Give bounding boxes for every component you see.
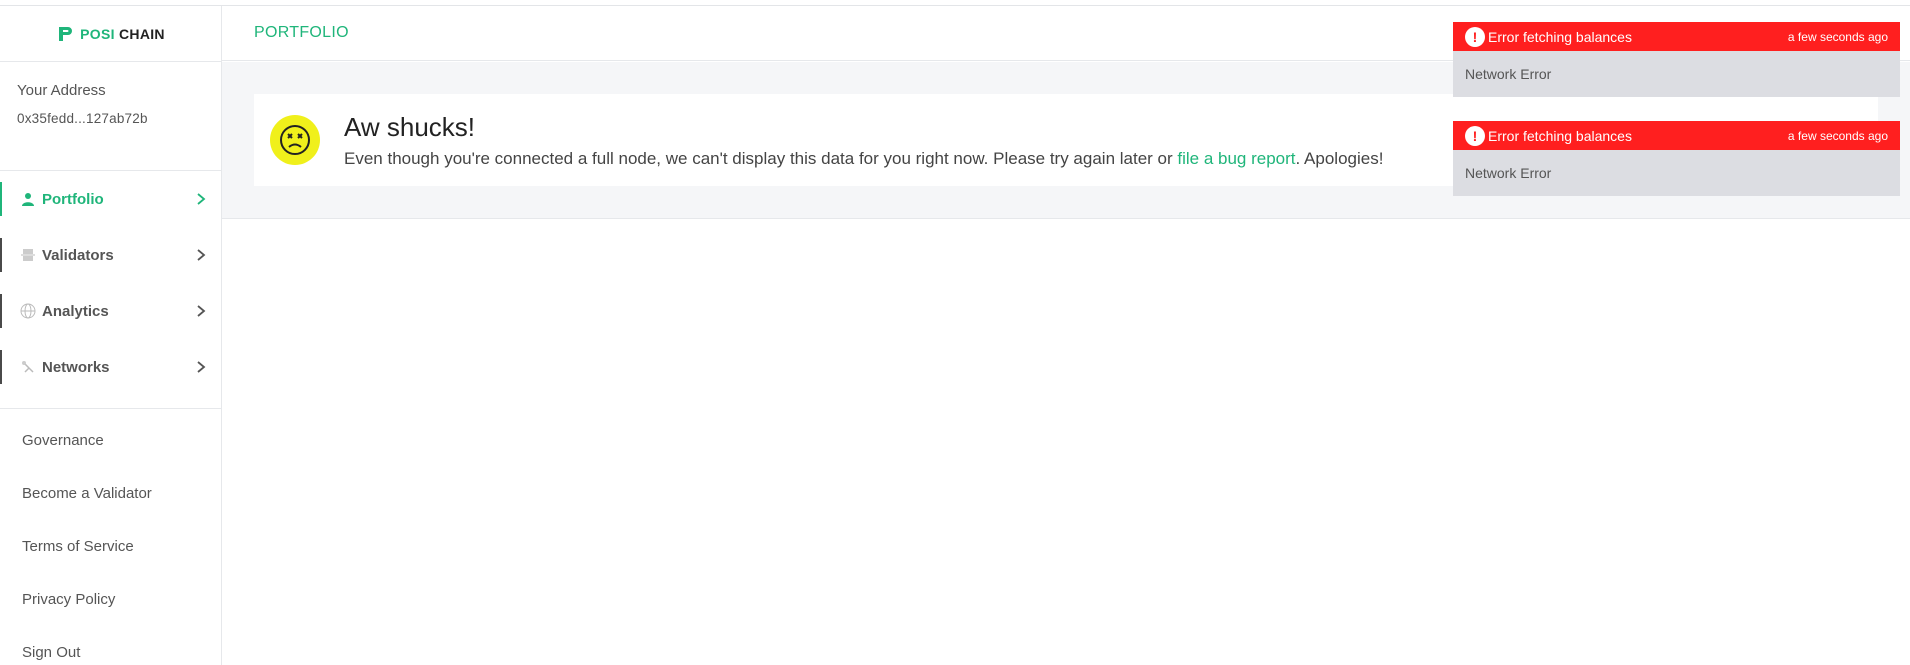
nav-item-portfolio[interactable]: Portfolio (0, 171, 221, 227)
nav-item-networks[interactable]: Networks (0, 339, 221, 395)
globe-icon (20, 303, 36, 319)
nav-label-validators: Validators (42, 246, 114, 264)
chevron-right-icon (197, 249, 206, 261)
address-label: Your Address (17, 82, 106, 99)
chevron-right-icon (197, 305, 206, 317)
brand-name-part1: POSI (80, 25, 115, 42)
bug-report-link[interactable]: file a bug report (1177, 149, 1295, 168)
secondary-links: Governance Become a Validator Terms of S… (0, 409, 221, 665)
toast-body: Network Error (1453, 150, 1900, 196)
error-toast[interactable]: ! Error fetching balances a few seconds … (1453, 121, 1900, 196)
error-message-end: . Apologies! (1295, 148, 1384, 168)
toast-header: ! Error fetching balances a few seconds … (1453, 22, 1900, 51)
toast-timestamp: a few seconds ago (1787, 29, 1888, 44)
main-nav: Portfolio Validators Analytics Networks (0, 171, 221, 409)
server-icon (21, 249, 35, 261)
posi-logo-icon (59, 26, 73, 41)
person-icon (22, 193, 34, 206)
sidebar: POSI CHAIN Your Address 0x35fedd...127ab… (0, 6, 222, 665)
nav-label-analytics: Analytics (42, 302, 109, 320)
brand-name-part2: CHAIN (119, 25, 165, 42)
address-panel: Your Address 0x35fedd...127ab72b (0, 62, 221, 171)
chevron-right-icon (197, 193, 206, 205)
error-message: Even though you're connected a full node… (344, 149, 1383, 169)
satellite-icon (22, 361, 34, 373)
brand-name: POSI CHAIN (80, 26, 165, 42)
error-message-start: Even though you're connected a full node… (344, 148, 1178, 168)
toast-header: ! Error fetching balances a few seconds … (1453, 121, 1900, 150)
nav-item-analytics[interactable]: Analytics (0, 283, 221, 339)
alert-icon: ! (1465, 125, 1485, 146)
address-value[interactable]: 0x35fedd...127ab72b (17, 111, 204, 126)
toast-title: Error fetching balances (1488, 127, 1632, 144)
toast-body: Network Error (1453, 51, 1900, 97)
link-governance[interactable]: Governance (0, 414, 221, 467)
link-terms-of-service[interactable]: Terms of Service (0, 520, 221, 573)
sad-face-icon (270, 115, 320, 165)
chevron-right-icon (197, 361, 206, 373)
nav-item-validators[interactable]: Validators (0, 227, 221, 283)
error-text: Aw shucks! Even though you're connected … (344, 112, 1383, 169)
nav-label-portfolio: Portfolio (42, 190, 104, 208)
link-become-validator[interactable]: Become a Validator (0, 467, 221, 520)
page-title: PORTFOLIO (254, 24, 349, 41)
link-sign-out[interactable]: Sign Out (0, 626, 221, 665)
main-content: PORTFOLIO Aw shucks! Even though you're … (222, 6, 1910, 665)
alert-icon: ! (1465, 26, 1485, 47)
toast-title: Error fetching balances (1488, 28, 1632, 45)
brand-logo[interactable]: POSI CHAIN (0, 6, 221, 62)
link-privacy-policy[interactable]: Privacy Policy (0, 573, 221, 626)
toast-timestamp: a few seconds ago (1787, 128, 1888, 143)
error-title: Aw shucks! (344, 111, 476, 142)
nav-label-networks: Networks (42, 358, 110, 376)
error-toast[interactable]: ! Error fetching balances a few seconds … (1453, 22, 1900, 97)
